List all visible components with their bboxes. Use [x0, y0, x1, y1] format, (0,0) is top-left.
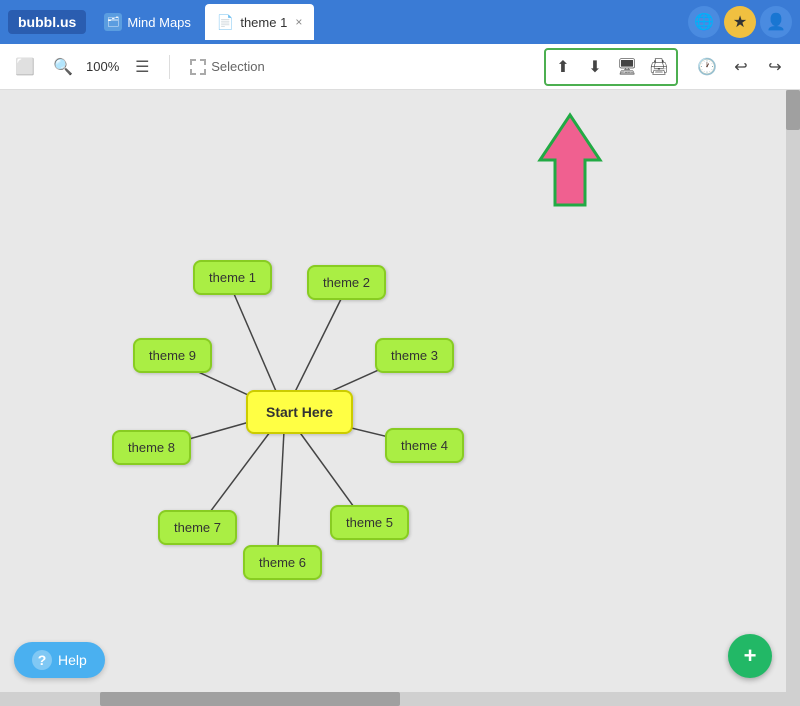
- mind-maps-tab[interactable]: 🗂 Mind Maps: [94, 7, 201, 37]
- node-theme9[interactable]: theme 9: [133, 338, 212, 373]
- zoom-level: 100%: [86, 59, 119, 74]
- zoom-icon[interactable]: 🔍: [48, 52, 78, 82]
- selection-btn[interactable]: Selection: [182, 55, 272, 79]
- download-btn[interactable]: ⬇: [580, 52, 610, 82]
- mind-maps-label: Mind Maps: [127, 15, 191, 30]
- add-icon: +: [744, 643, 757, 669]
- toolbar-right-group: ⬆ ⬇ 🖥 🖨: [544, 48, 678, 86]
- selection-label: Selection: [211, 59, 264, 74]
- toolbar: ⬜ 🔍 100% ☰ Selection ⬆ ⬇ 🖥 🖨 🕐 ↩ ↪: [0, 44, 800, 90]
- user-btn[interactable]: 👤: [760, 6, 792, 38]
- node-theme2[interactable]: theme 2: [307, 265, 386, 300]
- undo-btn[interactable]: ↩: [726, 52, 756, 82]
- frame-btn[interactable]: ⬜: [10, 52, 40, 82]
- node-theme1[interactable]: theme 1: [193, 260, 272, 295]
- mind-maps-icon: 🗂: [104, 13, 122, 31]
- separator-1: [169, 55, 170, 79]
- scrollbar-bottom-thumb[interactable]: [100, 692, 400, 706]
- menu-btn[interactable]: ☰: [127, 52, 157, 82]
- help-button[interactable]: ? Help: [14, 642, 105, 678]
- active-tab[interactable]: 📄 theme 1 ×: [205, 4, 314, 40]
- node-theme3[interactable]: theme 3: [375, 338, 454, 373]
- redo-btn[interactable]: ↪: [760, 52, 790, 82]
- node-theme6[interactable]: theme 6: [243, 545, 322, 580]
- scrollbar-right[interactable]: [786, 90, 800, 706]
- globe-btn[interactable]: 🌐: [688, 6, 720, 38]
- add-button[interactable]: +: [728, 634, 772, 678]
- history-btn[interactable]: 🕐: [692, 52, 722, 82]
- node-theme4[interactable]: theme 4: [385, 428, 464, 463]
- tab-file-icon: 📄: [217, 14, 234, 31]
- scrollbar-right-thumb[interactable]: [786, 90, 800, 130]
- toolbar-history-group: 🕐 ↩ ↪: [692, 52, 790, 82]
- logo[interactable]: bubbl.us: [8, 10, 86, 34]
- star-btn[interactable]: ★: [724, 6, 756, 38]
- share-btn[interactable]: ⬆: [548, 52, 578, 82]
- canvas-area[interactable]: Start Here theme 1 theme 2 theme 3 theme…: [0, 90, 800, 706]
- node-theme7[interactable]: theme 7: [158, 510, 237, 545]
- node-theme5[interactable]: theme 5: [330, 505, 409, 540]
- scrollbar-bottom[interactable]: [0, 692, 786, 706]
- help-label: Help: [58, 652, 87, 668]
- selection-dashed-icon: [190, 59, 206, 75]
- screen-btn[interactable]: 🖥: [612, 52, 642, 82]
- navbar: bubbl.us 🗂 Mind Maps 📄 theme 1 × 🌐 ★ 👤: [0, 0, 800, 44]
- mindmap-lines: [0, 90, 780, 686]
- arrow-annotation: [530, 110, 610, 210]
- print-btn[interactable]: 🖨: [644, 52, 674, 82]
- tab-close-btn[interactable]: ×: [295, 15, 302, 29]
- active-tab-label: theme 1: [240, 15, 287, 30]
- help-question-icon: ?: [32, 650, 52, 670]
- node-theme8[interactable]: theme 8: [112, 430, 191, 465]
- node-center[interactable]: Start Here: [246, 390, 353, 434]
